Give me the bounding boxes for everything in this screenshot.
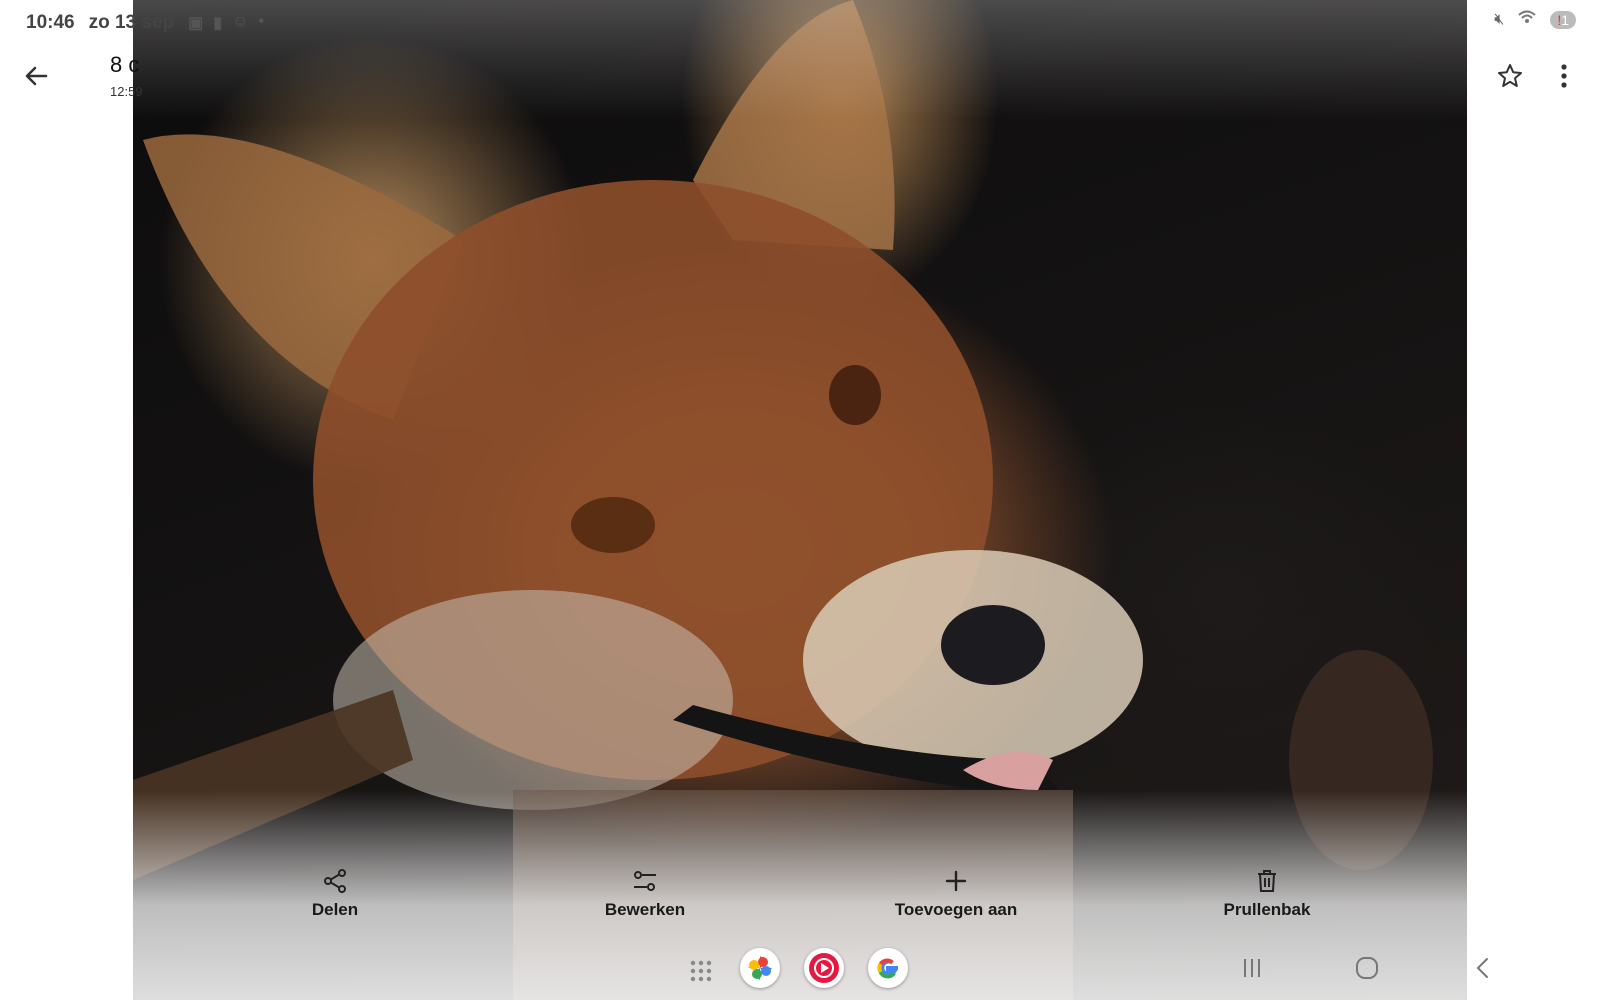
trash-button[interactable]: Prullenbak	[1167, 868, 1367, 920]
youtube-music-icon[interactable]	[804, 948, 844, 988]
status-icons: ▣ ▮ ☺ •	[188, 13, 264, 33]
edit-button[interactable]: Bewerken	[545, 868, 745, 920]
plus-icon	[945, 870, 967, 892]
photo-title: 8 c	[110, 52, 140, 77]
photos-icon[interactable]	[740, 948, 780, 988]
face-icon: ☺	[232, 13, 249, 30]
trash-label: Prullenbak	[1223, 900, 1311, 919]
back-icon[interactable]	[1474, 956, 1490, 985]
add-to-button[interactable]: Toevoegen aan	[856, 868, 1056, 920]
share-icon	[324, 869, 346, 893]
app-drawer-icon[interactable]	[688, 958, 714, 989]
recents-icon[interactable]	[1240, 956, 1264, 985]
notification-badge: !1	[1550, 10, 1576, 29]
edit-sliders-icon	[634, 871, 656, 891]
fox-photo	[133, 0, 1433, 1000]
favorite-star-icon[interactable]	[1496, 62, 1524, 90]
more-options-icon[interactable]	[1558, 62, 1570, 90]
status-bar: 10:46 zo 13 sep ▣ ▮ ☺ •	[26, 10, 264, 36]
share-button[interactable]: Delen	[235, 868, 435, 920]
status-time: 10:46	[26, 12, 75, 33]
screenshot-icon: ▣	[188, 15, 204, 32]
photo-viewer[interactable]	[133, 0, 1467, 1000]
status-date: zo 13 sep	[88, 12, 175, 33]
mute-icon: 🔇︎	[1494, 10, 1505, 28]
edit-label: Bewerken	[604, 900, 686, 919]
google-icon[interactable]	[868, 948, 908, 988]
status-right: 🔇︎ !1	[1494, 10, 1576, 29]
add-to-label: Toevoegen aan	[894, 900, 1018, 919]
clipboard-icon: ▮	[213, 15, 223, 32]
back-arrow-icon[interactable]	[22, 62, 50, 90]
trash-icon	[1258, 870, 1276, 892]
photo-time: 12:59	[110, 84, 143, 99]
navigation-bar	[0, 948, 1600, 992]
share-label: Delen	[311, 900, 359, 919]
dot-icon: •	[258, 13, 265, 30]
home-icon[interactable]	[1355, 956, 1379, 985]
badge-count: 1	[1561, 11, 1569, 28]
wifi-icon	[1518, 10, 1536, 29]
